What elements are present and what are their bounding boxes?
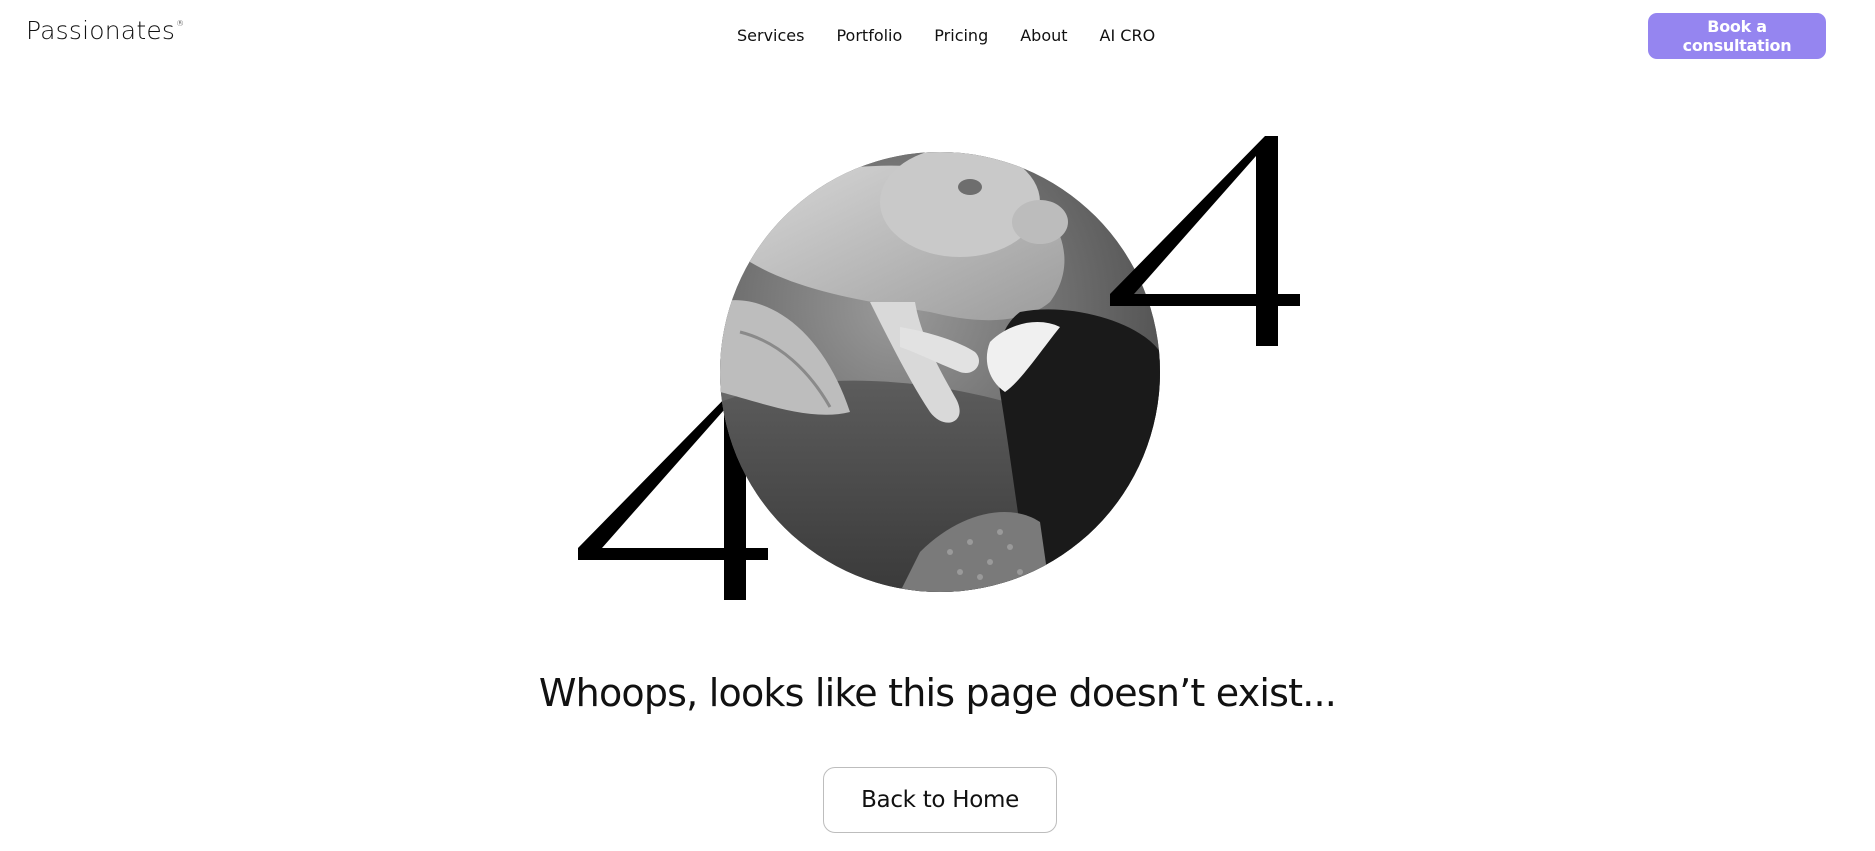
nav-item-about[interactable]: About <box>1020 26 1067 46</box>
logo-text: Passionates <box>26 16 176 45</box>
digit-four-left <box>578 390 778 600</box>
back-to-home-button[interactable]: Back to Home <box>823 767 1057 833</box>
registered-mark: ® <box>176 19 185 28</box>
error-illustration <box>0 0 1875 851</box>
logo[interactable]: Passionates ® <box>26 18 184 43</box>
error-message: Whoops, looks like this page doesn’t exi… <box>538 671 1337 715</box>
dog-photo <box>720 152 1160 592</box>
nav-item-portfolio[interactable]: Portfolio <box>836 26 902 46</box>
main-nav: Services Portfolio Pricing About AI CRO <box>737 26 1155 46</box>
site-header: Passionates ® Services Portfolio Pricing… <box>0 0 1875 72</box>
nav-item-services[interactable]: Services <box>737 26 804 46</box>
nav-item-pricing[interactable]: Pricing <box>934 26 988 46</box>
digit-four-right <box>1110 136 1310 346</box>
book-consultation-button[interactable]: Book a consultation <box>1648 13 1826 59</box>
nav-item-ai-cro[interactable]: AI CRO <box>1100 26 1156 46</box>
